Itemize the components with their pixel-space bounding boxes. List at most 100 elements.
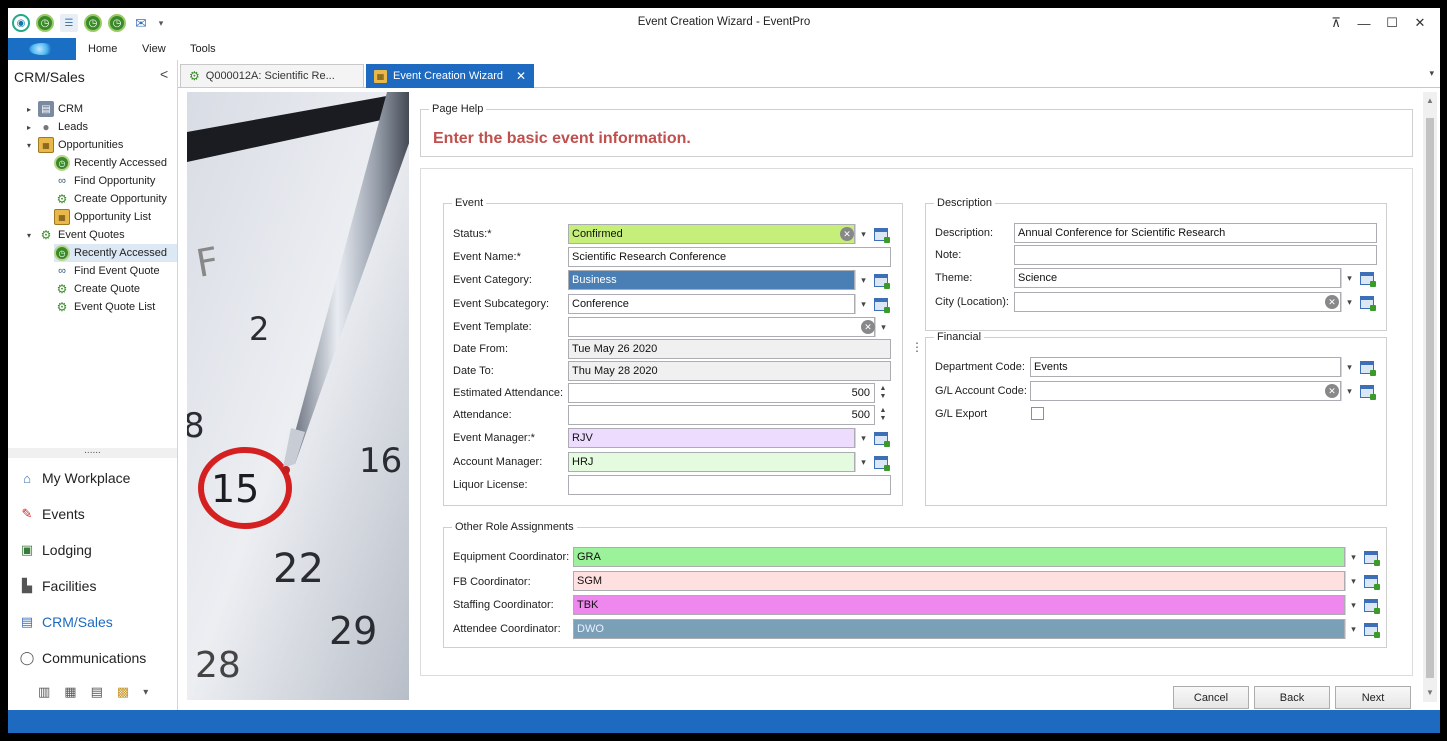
estimated-attendance-input[interactable]: 500 [568,383,875,403]
theme-lookup-icon[interactable] [1358,268,1376,288]
next-button[interactable]: Next [1335,686,1411,709]
spin-up-icon[interactable]: ▲ [880,385,887,393]
spin-up-icon[interactable]: ▲ [880,407,887,415]
menu-tools[interactable]: Tools [190,43,216,55]
status-dropdown-icon[interactable]: ▾ [855,224,871,244]
theme-combo[interactable]: Science [1014,268,1341,288]
tab-list-dropdown-icon[interactable]: ▾ [1429,68,1434,79]
tree-item-opportunities[interactable]: ▾ ▦ Opportunities [24,136,123,154]
nav-events[interactable]: ✎ Events [8,496,177,532]
back-button[interactable]: Back [1254,686,1330,709]
nav-crm-sales[interactable]: ▤ CRM/Sales [8,604,177,640]
folders-icon[interactable]: ▩ [117,684,129,700]
account-manager-combo[interactable]: HRJ [568,452,855,472]
attendee-coordinator-combo[interactable]: DWO [573,619,1345,639]
event-category-lookup-icon[interactable] [872,270,890,290]
tree-item-create-quote[interactable]: ⚙ Create Quote [54,280,140,298]
column-splitter-grip[interactable]: ⋮ [911,340,923,354]
minimize-button[interactable]: — [1350,13,1378,33]
vertical-scrollbar[interactable]: ▲ ▼ [1423,92,1437,702]
more-nav-chevron-icon[interactable]: ▾ [143,687,148,698]
collapse-icon[interactable]: ▾ [24,231,34,240]
event-category-dropdown-icon[interactable]: ▾ [855,270,871,290]
nav-communications[interactable]: ◯ Communications [8,640,177,676]
equipment-coordinator-combo[interactable]: GRA [573,547,1345,567]
collapse-icon[interactable]: ▾ [24,141,34,150]
city-location-dropdown-icon[interactable]: ▾ [1341,292,1357,312]
clear-template-icon[interactable]: ✕ [861,320,875,334]
event-subcategory-lookup-icon[interactable] [872,294,890,314]
spin-down-icon[interactable]: ▼ [880,393,887,401]
department-code-lookup-icon[interactable] [1358,357,1376,377]
gl-account-code-dropdown-icon[interactable]: ▾ [1341,381,1357,401]
tree-item-quote-recently-accessed[interactable]: ◷ Recently Accessed [54,244,177,262]
tree-item-opp-recently-accessed[interactable]: ◷ Recently Accessed [54,154,167,172]
event-subcategory-dropdown-icon[interactable]: ▾ [855,294,871,314]
clear-gl-account-icon[interactable]: ✕ [1325,384,1339,398]
clear-city-icon[interactable]: ✕ [1325,295,1339,309]
scrollbar-thumb[interactable] [1426,118,1434,678]
restore-ribbon-button[interactable]: ⊼ [1322,13,1350,33]
staffing-coordinator-lookup-icon[interactable] [1362,595,1380,615]
maximize-button[interactable]: ☐ [1378,13,1406,33]
event-category-combo[interactable]: Business [568,270,855,290]
note-input[interactable] [1014,245,1377,265]
event-template-combo[interactable] [568,317,875,337]
gl-export-checkbox[interactable] [1031,407,1044,420]
equipment-coordinator-dropdown-icon[interactable]: ▾ [1345,547,1361,567]
tree-item-create-opportunity[interactable]: ⚙ Create Opportunity [54,190,167,208]
tree-item-opportunity-list[interactable]: ▦ Opportunity List [54,208,151,226]
event-subcategory-combo[interactable]: Conference [568,294,855,314]
collapse-sidebar-button[interactable]: < [160,66,168,82]
tree-item-leads[interactable]: ▸ ● Leads [24,118,88,136]
gl-account-code-lookup-icon[interactable] [1358,381,1376,401]
liquor-license-input[interactable] [568,475,891,495]
scroll-up-icon[interactable]: ▲ [1426,96,1434,105]
description-input[interactable]: Annual Conference for Scientific Researc… [1014,223,1377,243]
status-combo[interactable]: Confirmed [568,224,855,244]
account-manager-lookup-icon[interactable] [872,452,890,472]
notes-icon[interactable]: ▤ [91,684,103,700]
event-name-input[interactable]: Scientific Research Conference [568,247,891,267]
calculator-icon[interactable]: ▦ [64,684,76,700]
close-tab-icon[interactable]: ✕ [516,69,526,83]
staffing-coordinator-combo[interactable]: TBK [573,595,1345,615]
event-manager-combo[interactable]: RJV [568,428,855,448]
event-template-dropdown-icon[interactable]: ▾ [875,317,891,337]
clear-status-icon[interactable]: ✕ [840,227,854,241]
attendee-coordinator-lookup-icon[interactable] [1362,619,1380,639]
fb-coordinator-combo[interactable]: SGM [573,571,1345,591]
staffing-coordinator-dropdown-icon[interactable]: ▾ [1345,595,1361,615]
attendee-coordinator-dropdown-icon[interactable]: ▾ [1345,619,1361,639]
close-window-button[interactable]: ✕ [1406,13,1434,33]
attendance-input[interactable]: 500 [568,405,875,425]
tree-item-crm[interactable]: ▸ ▤ CRM [24,100,83,118]
department-code-combo[interactable]: Events [1030,357,1341,377]
department-code-dropdown-icon[interactable]: ▾ [1341,357,1357,377]
city-location-lookup-icon[interactable] [1358,292,1376,312]
tree-item-find-event-quote[interactable]: ∞ Find Event Quote [54,262,160,280]
expand-icon[interactable]: ▸ [24,123,34,132]
account-manager-dropdown-icon[interactable]: ▾ [855,452,871,472]
equipment-coordinator-lookup-icon[interactable] [1362,547,1380,567]
cancel-button[interactable]: Cancel [1173,686,1249,709]
tree-item-event-quotes[interactable]: ▾ ⚙ Event Quotes [24,226,125,244]
tree-item-event-quote-list[interactable]: ⚙ Event Quote List [54,298,156,316]
city-location-combo[interactable] [1014,292,1341,312]
nav-lodging[interactable]: ▣ Lodging [8,532,177,568]
theme-dropdown-icon[interactable]: ▾ [1341,268,1357,288]
status-lookup-icon[interactable] [872,224,890,244]
fb-coordinator-dropdown-icon[interactable]: ▾ [1345,571,1361,591]
nav-my-workplace[interactable]: ⌂ My Workplace [8,460,177,496]
expand-icon[interactable]: ▸ [24,105,34,114]
tab-quote[interactable]: ⚙ Q000012A: Scientific Re... [180,64,364,88]
scroll-down-icon[interactable]: ▼ [1426,688,1434,697]
event-manager-dropdown-icon[interactable]: ▾ [855,428,871,448]
menu-home[interactable]: Home [88,43,117,55]
application-menu-button[interactable] [8,38,76,60]
nav-facilities[interactable]: ▙ Facilities [8,568,177,604]
event-manager-lookup-icon[interactable] [872,428,890,448]
menu-view[interactable]: View [142,43,166,55]
tab-event-creation-wizard[interactable]: ▦ Event Creation Wizard ✕ [366,64,534,88]
clipboard-icon[interactable]: ▥ [38,684,50,700]
